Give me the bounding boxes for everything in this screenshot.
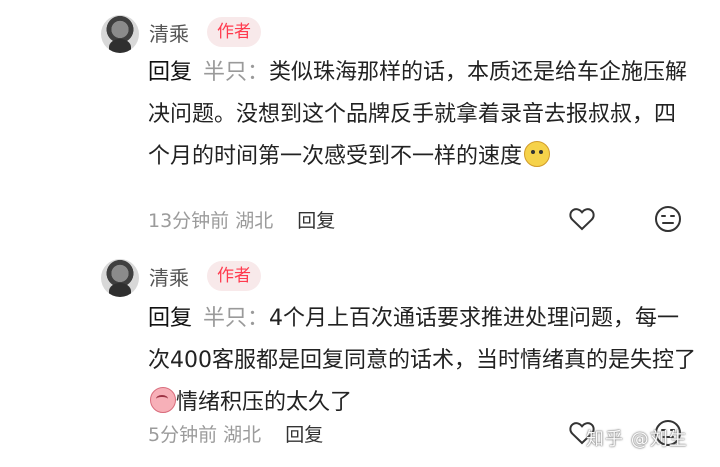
reply-label: 回复 bbox=[148, 306, 193, 331]
comment-text: 回复 半只：类似珠海那样的话，本质还是给车企施压解决问题。没想到这个品牌反手就拿着… bbox=[148, 52, 696, 178]
reply-target[interactable]: 半只： bbox=[203, 60, 269, 85]
author-badge: 作者 bbox=[207, 261, 261, 291]
reply-button[interactable]: 回复 bbox=[297, 210, 335, 232]
comment-text: 回复 半只：4个月上百次通话要求推进处理问题，每一次400客服都是回复同意的话术，… bbox=[148, 298, 696, 424]
yellow-face-emoji bbox=[524, 141, 551, 167]
timestamp: 13分钟前 bbox=[148, 210, 230, 232]
reply-label: 回复 bbox=[148, 60, 193, 85]
comment-meta: 13分钟前 湖北 回复 bbox=[148, 206, 335, 233]
watermark: 知乎 @刘生 bbox=[586, 429, 688, 450]
avatar[interactable] bbox=[101, 15, 139, 53]
neutral-face-icon[interactable] bbox=[653, 204, 683, 234]
reply-target[interactable]: 半只： bbox=[203, 306, 269, 331]
crying-face-emoji bbox=[150, 387, 176, 413]
username[interactable]: 清乘 bbox=[149, 18, 189, 47]
reply-button[interactable]: 回复 bbox=[285, 424, 323, 446]
username[interactable]: 清乘 bbox=[149, 262, 189, 291]
location: 湖北 bbox=[223, 424, 262, 446]
comment-meta: 5分钟前 湖北 回复 bbox=[148, 420, 323, 447]
heart-icon[interactable] bbox=[568, 205, 596, 233]
timestamp: 5分钟前 bbox=[148, 424, 218, 446]
location: 湖北 bbox=[235, 210, 274, 232]
comment-body-suffix: 情绪积压的太久了 bbox=[176, 390, 353, 415]
author-badge: 作者 bbox=[207, 17, 261, 47]
avatar[interactable] bbox=[101, 259, 139, 297]
